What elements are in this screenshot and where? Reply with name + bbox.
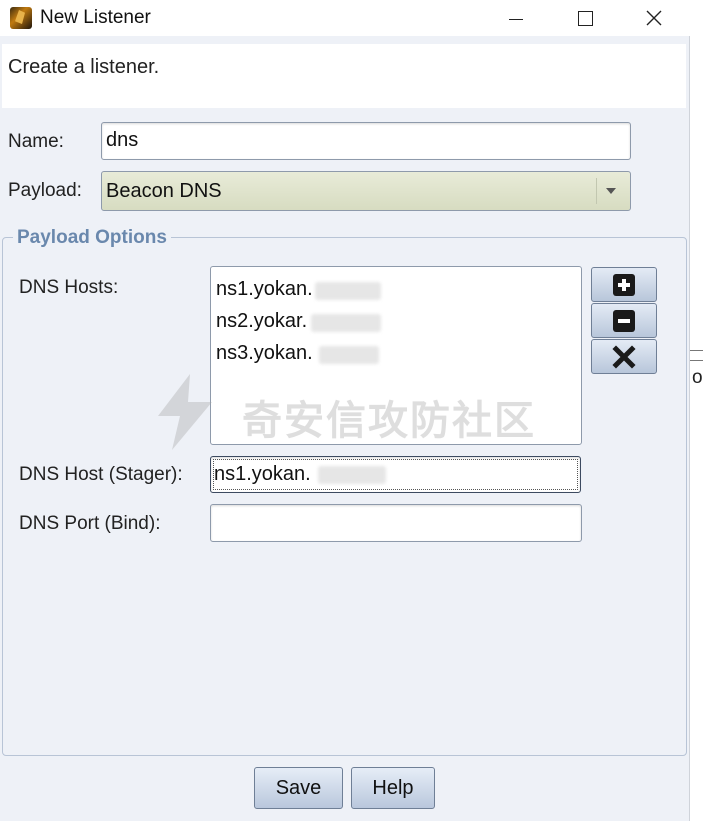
list-item[interactable]: ns1.yokan.	[216, 278, 313, 301]
maximize-button[interactable]	[551, 0, 619, 36]
payload-options-title: Payload Options	[13, 227, 171, 249]
description-panel: Create a listener.	[2, 44, 686, 108]
divider	[690, 360, 703, 361]
remove-host-button[interactable]	[591, 303, 657, 338]
list-item[interactable]: ns2.yokar.	[216, 310, 307, 333]
payload-label: Payload:	[8, 180, 82, 201]
dns-host-stager-label: DNS Host (Stager):	[19, 464, 183, 485]
close-button[interactable]	[620, 0, 688, 36]
plus-icon	[613, 273, 635, 296]
dns-hosts-label: DNS Hosts:	[19, 277, 119, 298]
close-icon	[646, 10, 662, 26]
clear-hosts-button[interactable]	[591, 339, 657, 374]
x-icon	[612, 344, 636, 369]
redacted-blur	[315, 282, 381, 300]
app-icon	[10, 7, 32, 29]
add-host-button[interactable]	[591, 267, 657, 302]
dropdown-arrow[interactable]	[596, 178, 624, 204]
minus-icon	[613, 309, 635, 332]
payload-select[interactable]: Beacon DNS	[101, 171, 631, 211]
redacted-blur	[318, 466, 386, 484]
chevron-down-icon	[605, 188, 616, 194]
maximize-icon	[577, 10, 593, 26]
title-bar: New Listener	[0, 0, 690, 36]
minimize-button[interactable]	[482, 0, 550, 36]
save-button[interactable]: Save	[254, 767, 343, 809]
dns-host-stager-input[interactable]: ns1.yokan.	[210, 456, 581, 493]
background-window-edge: o	[690, 320, 703, 400]
list-item[interactable]: ns3.yokan.	[216, 342, 313, 365]
description-text: Create a listener.	[8, 56, 160, 78]
help-button[interactable]: Help	[351, 767, 435, 809]
dns-port-input[interactable]	[210, 504, 582, 542]
name-label: Name:	[8, 131, 64, 152]
payload-selected-value: Beacon DNS	[106, 180, 222, 202]
name-input[interactable]: dns	[101, 122, 631, 160]
dns-hosts-list[interactable]: ns1.yokan. ns2.yokar. ns3.yokan.	[210, 266, 582, 445]
redacted-blur	[319, 346, 379, 364]
background-text: o	[692, 367, 703, 388]
redacted-blur	[311, 314, 381, 332]
divider	[690, 350, 703, 351]
new-listener-dialog: New Listener Create a listener. Name: dn…	[0, 0, 690, 821]
dns-port-label: DNS Port (Bind):	[19, 513, 161, 534]
minimize-icon	[509, 18, 523, 20]
window-title: New Listener	[40, 7, 151, 28]
